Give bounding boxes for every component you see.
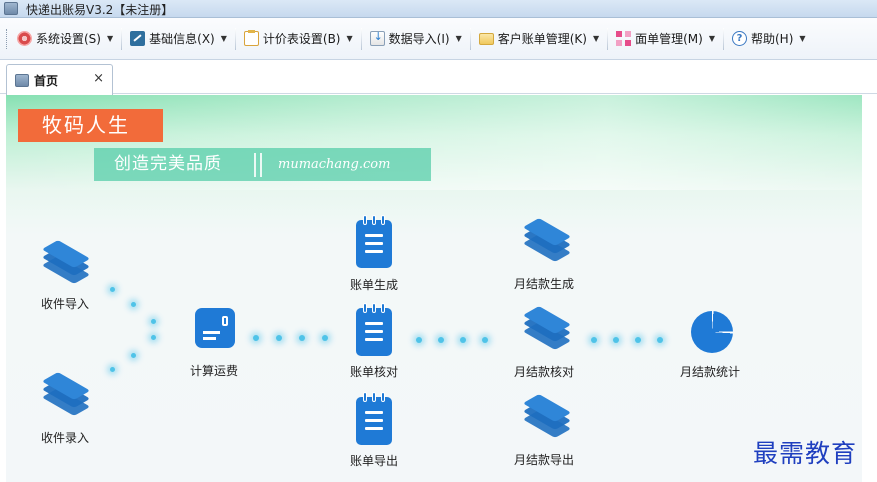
chevron-down-icon: ▼ — [106, 34, 114, 43]
node-monthly-generate[interactable]: 月结款生成 — [511, 218, 591, 293]
layers-icon — [41, 372, 91, 416]
connector-dot — [657, 337, 663, 343]
node-label: 月结款导出 — [514, 453, 575, 467]
layers-icon — [522, 218, 572, 262]
menu-label: 基础信息(X) — [149, 32, 215, 46]
node-label: 计算运费 — [190, 364, 239, 378]
node-receive-entry[interactable]: 收件录入 — [38, 372, 108, 447]
tab-label: 首页 — [34, 73, 59, 88]
home-icon — [15, 73, 29, 87]
node-label: 账单核对 — [350, 365, 399, 379]
connector-dot — [591, 337, 597, 343]
connector-dot — [131, 353, 136, 358]
waybill-icon — [616, 31, 632, 46]
tab-home[interactable]: 首页 × — [6, 64, 113, 95]
connector-dot — [276, 335, 282, 341]
window-edge — [862, 95, 877, 482]
close-icon[interactable]: × — [93, 71, 104, 86]
connector-dot — [482, 337, 488, 343]
pie-chart-icon — [691, 311, 733, 353]
window-title: 快递出账易V3.2【未注册】 — [26, 3, 174, 17]
menu-bar: 系统设置(S) ▼ 基础信息(X) ▼ 计价表设置(B) ▼ 数据导入(I) ▼… — [0, 18, 877, 60]
connector-dot — [438, 337, 444, 343]
node-label: 账单导出 — [350, 454, 399, 468]
menu-divider — [121, 27, 123, 50]
menu-divider — [360, 27, 362, 50]
menu-label: 计价表设置(B) — [262, 32, 341, 46]
title-bar: 快递出账易V3.2【未注册】 — [0, 0, 877, 18]
basic-info-icon — [130, 31, 146, 46]
menu-data-import[interactable]: 数据导入(I) ▼ — [366, 28, 466, 50]
node-label: 收件录入 — [41, 431, 90, 445]
connector-dot — [460, 337, 466, 343]
connector-dot — [151, 335, 156, 340]
watermark: 最需教育 — [753, 439, 858, 468]
menu-divider — [469, 27, 471, 50]
menu-label: 数据导入(I) — [388, 32, 450, 46]
slogan-banner: 创造完美品质 mumachang.com — [94, 148, 431, 181]
connector-dot — [416, 337, 422, 343]
app-icon — [4, 2, 18, 15]
chevron-down-icon: ▼ — [220, 34, 227, 43]
menu-price-table[interactable]: 计价表设置(B) ▼ — [240, 28, 357, 50]
node-label: 收件导入 — [41, 297, 90, 311]
connector-dot — [110, 367, 115, 372]
connector-dot — [151, 319, 156, 324]
layers-icon — [522, 306, 572, 350]
help-icon: ? — [731, 31, 747, 46]
brand-banner: 牧码人生 — [18, 109, 163, 142]
node-label: 月结款核对 — [514, 365, 575, 379]
menu-label: 面单管理(M) — [635, 32, 703, 46]
folder-icon — [478, 32, 494, 45]
menu-waybill[interactable]: 面单管理(M) ▼ — [612, 28, 719, 50]
node-bill-generate[interactable]: 账单生成 — [344, 215, 414, 295]
chevron-down-icon: ▼ — [592, 34, 600, 43]
connector-dot — [613, 337, 619, 343]
menu-system-settings[interactable]: 系统设置(S) ▼ — [13, 28, 117, 50]
menu-label: 系统设置(S) — [36, 32, 101, 46]
notepad-icon — [356, 392, 392, 445]
node-monthly-check[interactable]: 月结款核对 — [511, 306, 591, 381]
connector-dot — [110, 287, 115, 292]
node-bill-check[interactable]: 账单核对 — [344, 303, 414, 383]
domain-text: mumachang.com — [278, 157, 391, 172]
node-bill-export[interactable]: 账单导出 — [344, 392, 414, 472]
menu-basic-info[interactable]: 基础信息(X) ▼ — [126, 28, 231, 50]
notepad-icon — [356, 215, 392, 268]
layers-icon — [41, 240, 91, 284]
connector-dot — [131, 302, 136, 307]
node-label: 月结款生成 — [514, 277, 575, 291]
toolbar-grip[interactable] — [6, 28, 9, 49]
node-monthly-stats[interactable]: 月结款统计 — [674, 311, 754, 381]
menu-divider — [607, 27, 609, 50]
chevron-down-icon: ▼ — [708, 34, 715, 43]
tab-strip: 首页 × — [0, 61, 877, 95]
system-settings-icon — [17, 31, 32, 46]
layers-icon — [522, 394, 572, 438]
freight-card-icon — [195, 308, 235, 348]
chevron-down-icon: ▼ — [799, 34, 806, 43]
chevron-down-icon: ▼ — [455, 34, 462, 43]
home-panel: 牧码人生 创造完美品质 mumachang.com 收件导入 收件录入 计算运费… — [6, 95, 862, 482]
node-label: 账单生成 — [350, 278, 399, 292]
node-label: 月结款统计 — [680, 365, 741, 379]
menu-customer-bill[interactable]: 客户账单管理(K) ▼ — [475, 28, 603, 50]
connector-dot — [635, 337, 641, 343]
data-import-icon — [369, 30, 385, 46]
notepad-icon — [356, 303, 392, 356]
menu-label: 帮助(H) — [750, 32, 794, 46]
slogan-text: 创造完美品质 — [114, 154, 222, 174]
price-table-icon — [243, 30, 259, 46]
node-receive-import[interactable]: 收件导入 — [38, 240, 108, 315]
node-monthly-export[interactable]: 月结款导出 — [511, 394, 591, 469]
menu-divider — [234, 27, 236, 50]
slogan-divider — [254, 153, 262, 177]
chevron-down-icon: ▼ — [346, 34, 353, 43]
connector-dot — [299, 335, 305, 341]
connector-dot — [322, 335, 328, 341]
menu-label: 客户账单管理(K) — [497, 32, 587, 46]
node-calc-freight[interactable]: 计算运费 — [188, 308, 258, 378]
menu-divider — [722, 27, 724, 50]
menu-help[interactable]: ? 帮助(H) ▼ — [728, 28, 810, 50]
